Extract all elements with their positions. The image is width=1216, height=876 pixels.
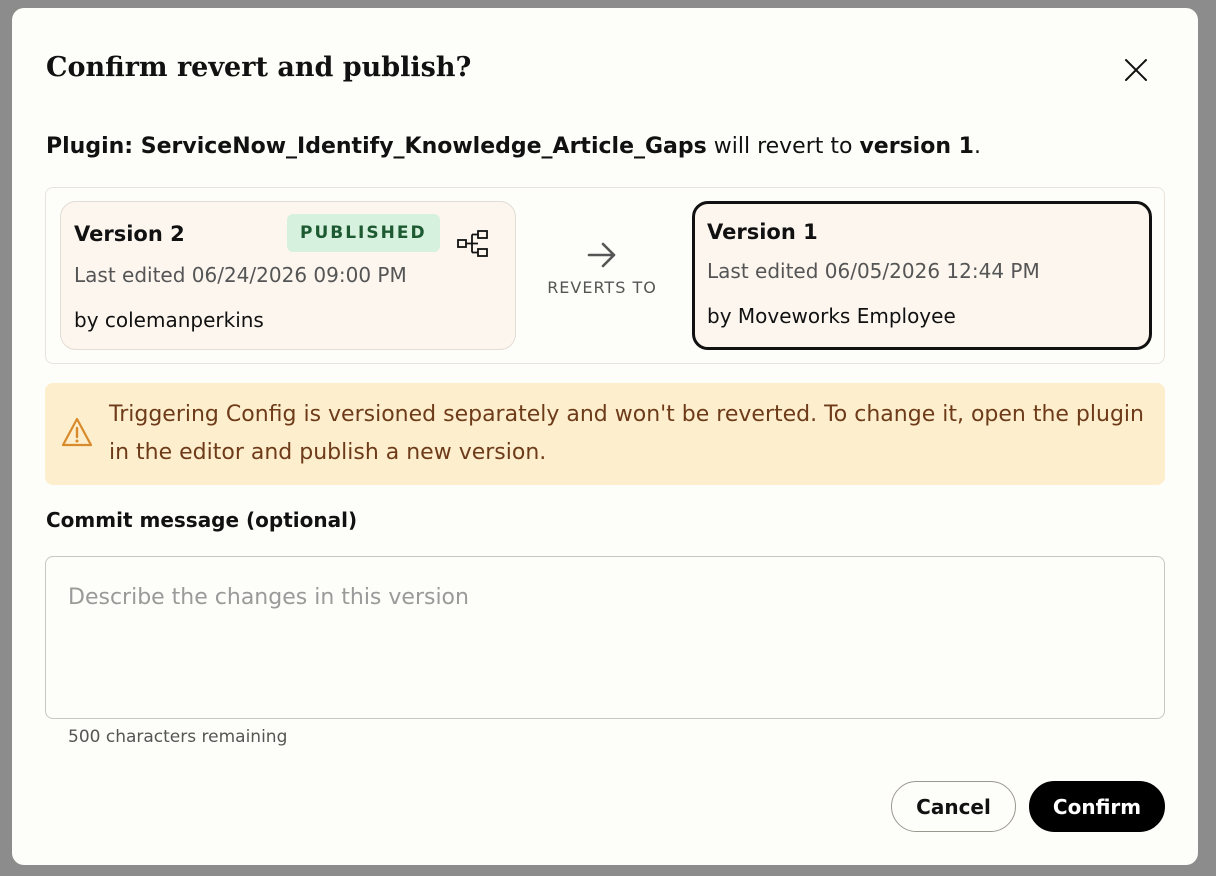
plugin-name: Plugin: ServiceNow_Identify_Knowledge_Ar… bbox=[46, 134, 707, 159]
commit-message-input[interactable] bbox=[45, 556, 1165, 719]
from-version-last-edited: Last edited 06/24/2026 09:00 PM bbox=[74, 263, 407, 287]
close-button[interactable] bbox=[1118, 52, 1154, 88]
arrow-right-icon bbox=[587, 242, 616, 268]
to-version-author: by Moveworks Employee bbox=[707, 304, 956, 328]
target-version-ref: version 1 bbox=[859, 134, 974, 159]
warning-text: Triggering Config is versioned separatel… bbox=[109, 402, 1144, 465]
commit-message-label: Commit message (optional) bbox=[46, 508, 358, 532]
from-version-name: Version 2 bbox=[74, 222, 185, 246]
view-structure-button[interactable] bbox=[457, 230, 489, 262]
to-version-name: Version 1 bbox=[707, 220, 818, 244]
tree-structure-icon bbox=[457, 230, 488, 257]
published-badge: PUBLISHED bbox=[287, 214, 440, 252]
from-version-card: Version 2 PUBLISHED Last edited 06/24/20… bbox=[60, 201, 516, 350]
triggering-config-warning: Triggering Config is versioned separatel… bbox=[45, 383, 1165, 485]
version-comparison: Version 2 PUBLISHED Last edited 06/24/20… bbox=[45, 187, 1165, 364]
confirm-revert-dialog: Confirm revert and publish? Plugin: Serv… bbox=[12, 8, 1198, 865]
reverts-to-label: REVERTS TO bbox=[547, 278, 657, 297]
cancel-button[interactable]: Cancel bbox=[891, 781, 1016, 832]
close-icon bbox=[1125, 59, 1147, 81]
reverts-to-indicator: REVERTS TO bbox=[532, 242, 672, 297]
summary-middle: will revert to bbox=[706, 134, 860, 159]
dialog-title: Confirm revert and publish? bbox=[46, 52, 472, 83]
summary-suffix: . bbox=[973, 134, 981, 159]
revert-summary: Plugin: ServiceNow_Identify_Knowledge_Ar… bbox=[46, 134, 981, 159]
warning-icon bbox=[61, 417, 93, 447]
characters-remaining: 500 characters remaining bbox=[68, 727, 288, 747]
confirm-button[interactable]: Confirm bbox=[1029, 781, 1165, 832]
to-version-card: Version 1 Last edited 06/05/2026 12:44 P… bbox=[692, 201, 1152, 350]
from-version-author: by colemanperkins bbox=[74, 308, 264, 332]
to-version-last-edited: Last edited 06/05/2026 12:44 PM bbox=[707, 259, 1040, 283]
